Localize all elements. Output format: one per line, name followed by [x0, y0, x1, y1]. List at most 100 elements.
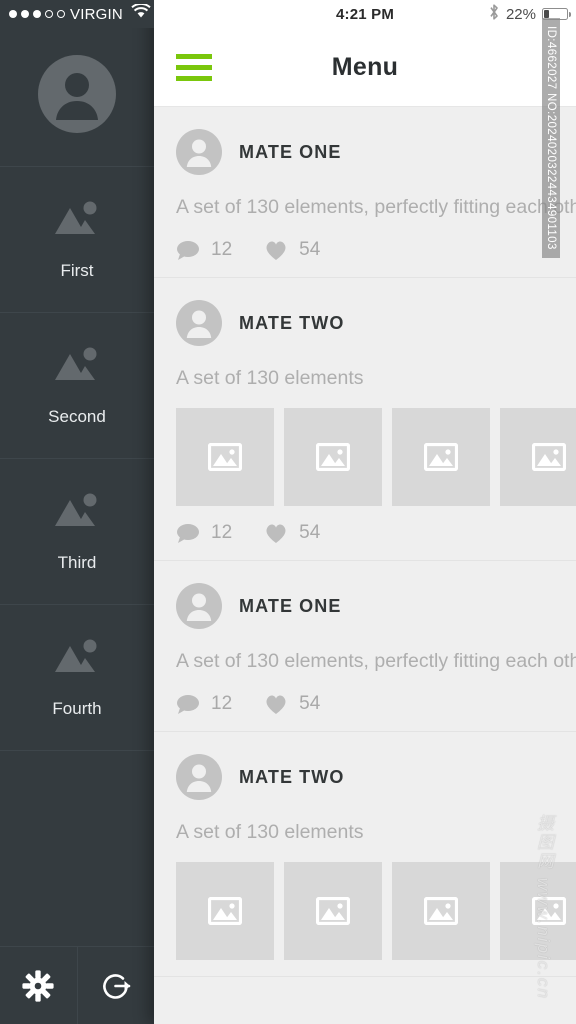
image-placeholder-icon [424, 897, 458, 925]
sidebar-drawer: First Second Third Fourth [0, 0, 154, 1024]
post-thumbnail-row [154, 394, 576, 506]
signal-dot [21, 10, 29, 18]
post-author: MATE ONE [239, 595, 342, 616]
status-bar-left: VIRGIN [0, 0, 154, 28]
sidebar-bottom-bar [0, 946, 154, 1024]
post-header: MATE ONE [154, 129, 576, 175]
user-avatar-icon [176, 129, 222, 175]
like-count: 54 [299, 522, 321, 543]
bluetooth-icon [488, 3, 500, 26]
user-avatar-icon [176, 754, 222, 800]
hamburger-bar [176, 64, 212, 70]
post-author: MATE ONE [239, 141, 342, 162]
like-stat[interactable]: 54 [264, 693, 320, 715]
post-stats: 12 54 [154, 223, 576, 261]
post-text: A set of 130 elements, perfectly fitting… [176, 650, 576, 672]
carrier-label: VIRGIN [70, 5, 123, 23]
sidebar-item-label: Third [57, 553, 97, 572]
image-icon [51, 636, 103, 681]
image-icon [51, 344, 103, 389]
like-stat[interactable]: 54 [264, 522, 320, 544]
battery-fill [544, 10, 549, 18]
status-bar-right: 4:21 PM 22% [154, 0, 576, 28]
image-placeholder-icon [208, 897, 242, 925]
sidebar-item-fourth[interactable]: Fourth [0, 605, 154, 751]
battery-group: 22% [488, 3, 572, 26]
post-stats: 12 54 [154, 506, 576, 544]
hamburger-icon[interactable] [176, 53, 212, 81]
image-placeholder-icon [532, 443, 566, 471]
user-avatar-icon [38, 55, 116, 133]
comment-stat[interactable]: 12 [176, 522, 232, 544]
sidebar-item-label: Fourth [52, 699, 102, 718]
sidebar-item-first[interactable]: First [0, 167, 154, 313]
post-thumbnail[interactable] [392, 862, 490, 960]
image-icon [51, 490, 103, 535]
post-text: A set of 130 elements [176, 821, 364, 843]
post-thumbnail[interactable] [392, 408, 490, 506]
comment-bubble-icon [177, 524, 199, 543]
post-thumbnail[interactable] [500, 408, 576, 506]
like-count: 54 [299, 693, 321, 714]
post-card[interactable]: MATE TWO A set of 130 elements [154, 732, 576, 977]
image-placeholder-icon [316, 897, 350, 925]
signal-dot [33, 10, 41, 18]
image-placeholder-icon [316, 443, 350, 471]
image-placeholder-icon [208, 443, 242, 471]
hamburger-bar [176, 53, 212, 59]
post-thumbnail[interactable] [176, 862, 274, 960]
sidebar-item-label: First [60, 261, 94, 280]
gear-icon [22, 969, 54, 1002]
post-thumbnail[interactable] [284, 408, 382, 506]
user-avatar-icon [176, 583, 222, 629]
post-author: MATE TWO [239, 766, 345, 787]
mobile-app-screen: First Second Third Fourth Menu MATE ONE … [0, 0, 576, 1024]
post-thumbnail-row [154, 848, 576, 960]
status-bar: VIRGIN 4:21 PM 22% [0, 0, 576, 28]
post-card[interactable]: MATE ONE A set of 130 elements, perfectl… [154, 561, 576, 732]
comment-bubble-icon [177, 241, 199, 260]
image-placeholder-icon [424, 443, 458, 471]
comment-count: 12 [211, 693, 233, 714]
signal-dot [45, 10, 53, 18]
hamburger-bar [176, 75, 212, 81]
post-thumbnail[interactable] [176, 408, 274, 506]
page-title: Menu [331, 52, 399, 81]
settings-button[interactable] [0, 947, 77, 1024]
post-text: A set of 130 elements, perfectly fitting… [176, 196, 576, 218]
image-placeholder-icon [532, 897, 566, 925]
comment-stat[interactable]: 12 [176, 693, 232, 715]
logout-button[interactable] [76, 947, 155, 1024]
post-thumbnail[interactable] [284, 862, 382, 960]
post-feed[interactable]: MATE ONE A set of 130 elements, perfectl… [154, 107, 576, 1023]
image-icon [51, 198, 103, 243]
battery-icon [542, 8, 572, 20]
post-thumbnail[interactable] [500, 862, 576, 960]
content-panel: Menu MATE ONE A set of 130 elements, per… [154, 0, 576, 1024]
post-card[interactable]: MATE ONE A set of 130 elements, perfectl… [154, 107, 576, 278]
post-header: MATE ONE [154, 583, 576, 629]
wifi-icon [131, 2, 151, 24]
sidebar-item-third[interactable]: Third [0, 459, 154, 605]
heart-icon [266, 695, 286, 714]
post-header: MATE TWO [154, 300, 576, 346]
battery-percent-label: 22% [505, 5, 536, 23]
like-count: 54 [299, 239, 321, 260]
logout-icon [102, 973, 131, 999]
sidebar-nav: First Second Third Fourth [0, 167, 154, 751]
sidebar-item-label: Second [48, 407, 106, 426]
post-author: MATE TWO [239, 312, 345, 333]
post-header: MATE TWO [154, 754, 576, 800]
user-avatar-icon [176, 300, 222, 346]
heart-icon [266, 241, 286, 260]
post-text: A set of 130 elements [176, 367, 364, 389]
sidebar-item-second[interactable]: Second [0, 313, 154, 459]
comment-stat[interactable]: 12 [176, 239, 232, 261]
signal-dot [9, 10, 17, 18]
like-stat[interactable]: 54 [264, 239, 320, 261]
post-card[interactable]: MATE TWO A set of 130 elements [154, 278, 576, 561]
signal-dot [57, 10, 65, 18]
comment-bubble-icon [177, 695, 199, 714]
signal-strength-icon [9, 10, 65, 18]
